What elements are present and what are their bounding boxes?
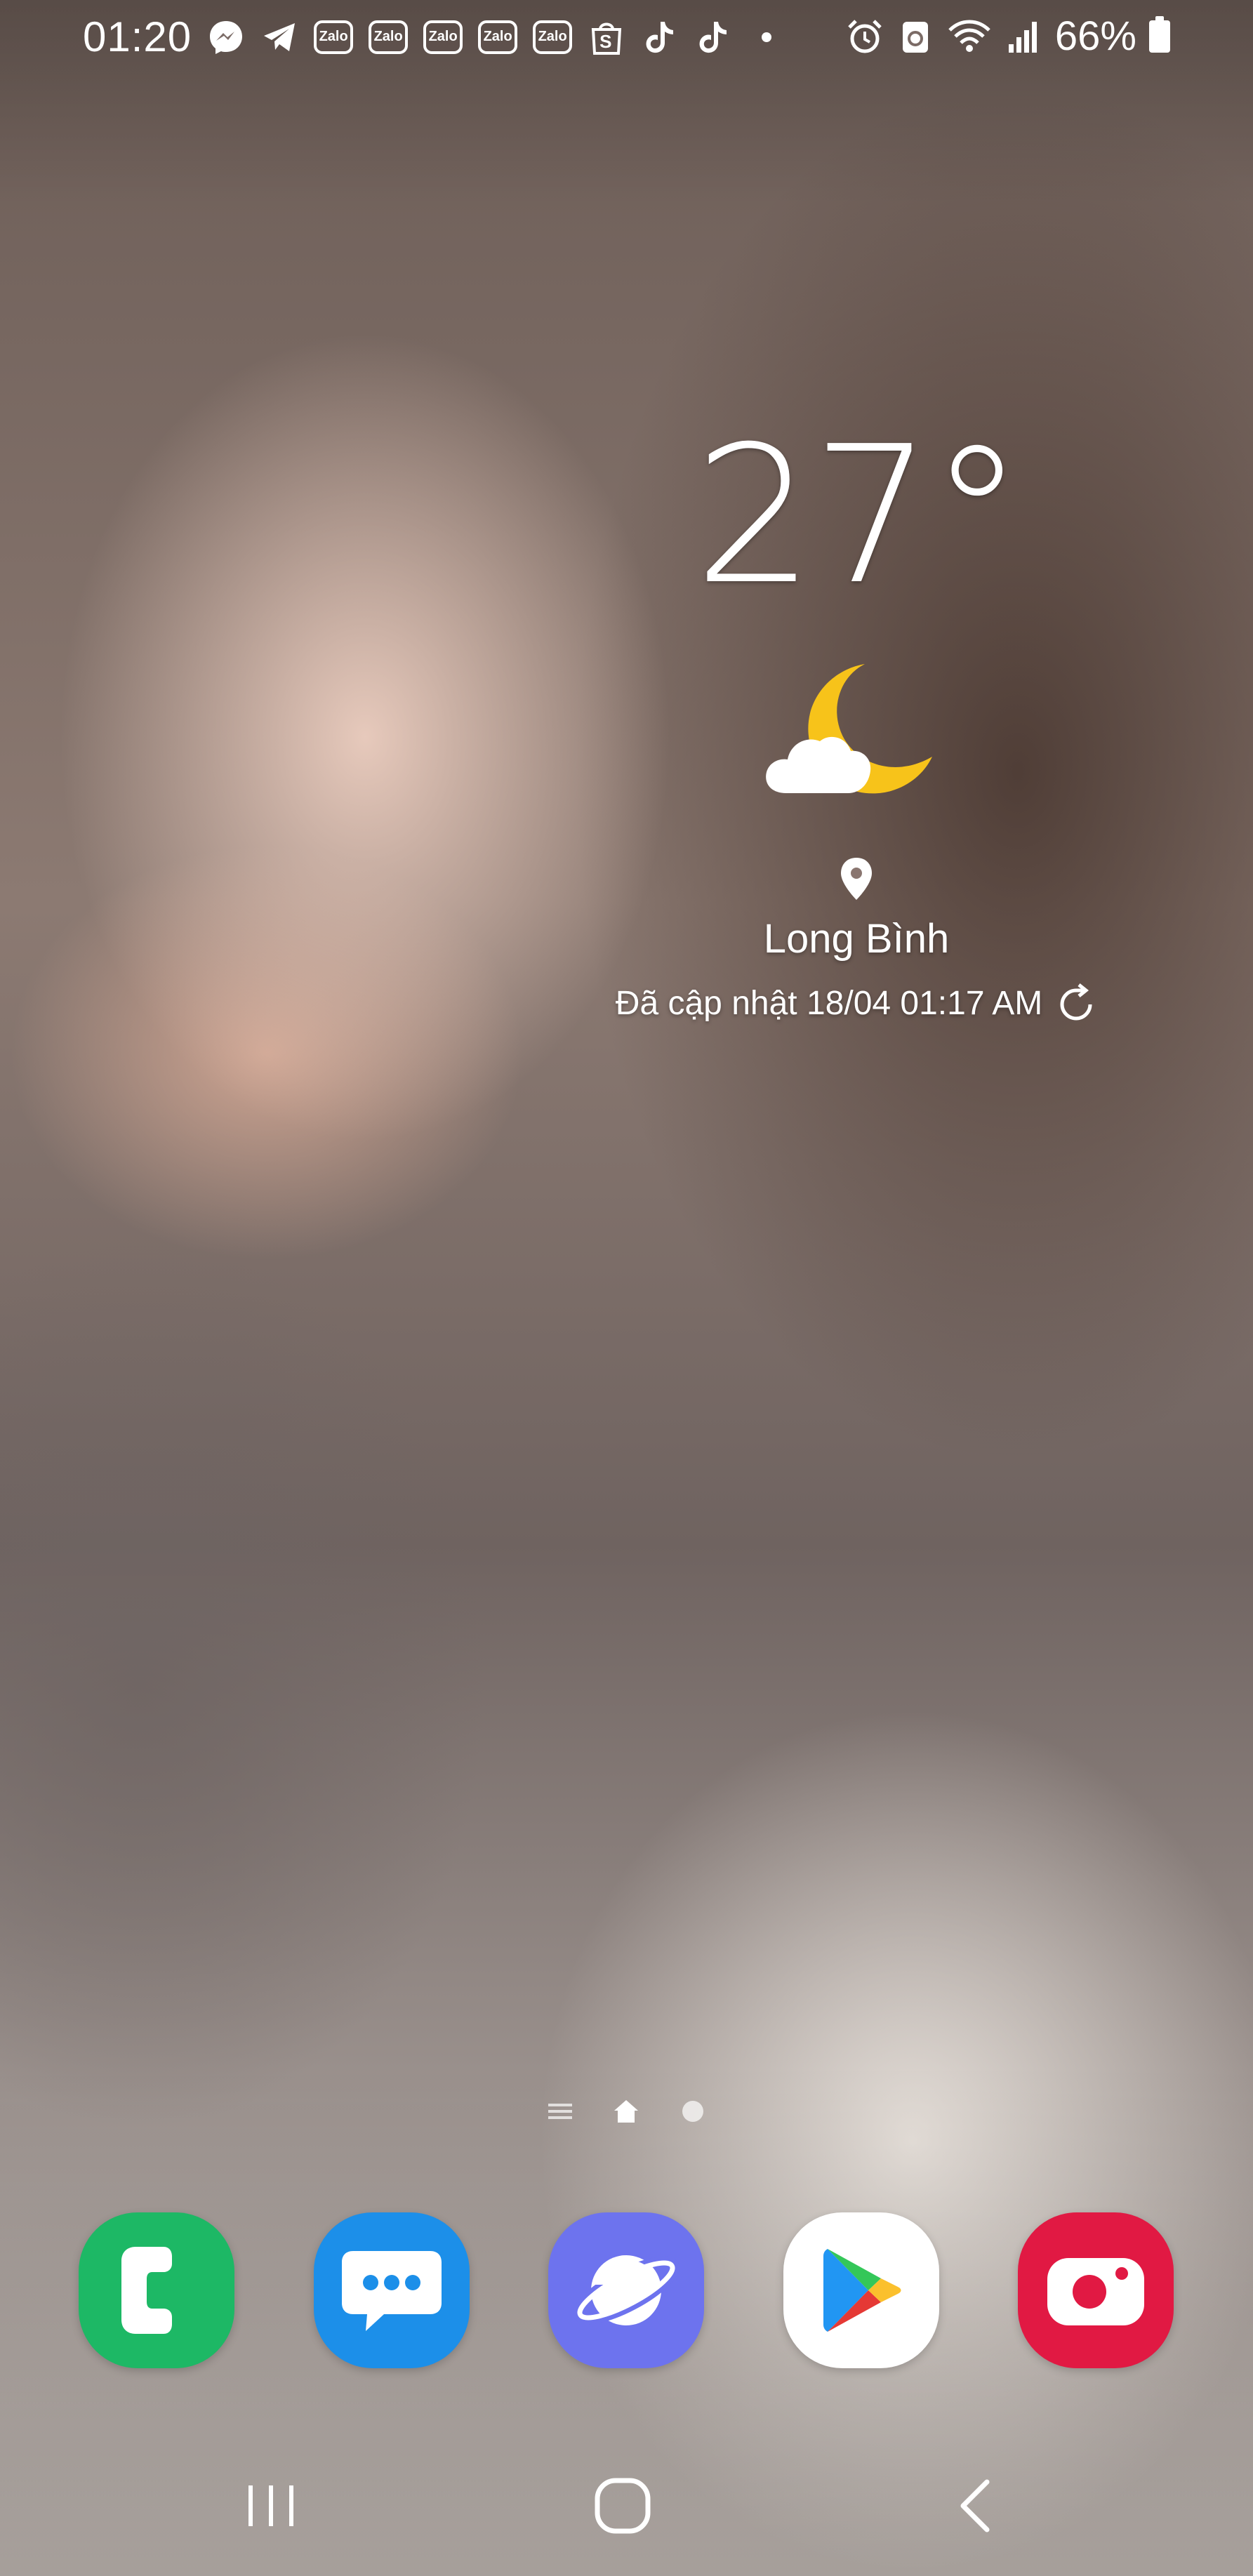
- home-icon: [595, 2478, 651, 2534]
- recents-button[interactable]: [236, 2471, 306, 2541]
- list-icon[interactable]: [548, 2101, 572, 2122]
- play-store-icon: [823, 2249, 901, 2332]
- messages-app[interactable]: [313, 2212, 470, 2368]
- weather-updated-text: Đã cập nhật 18/04 01:17 AM: [615, 984, 1043, 1022]
- signal-icon: [1005, 18, 1042, 55]
- tiktok-icon: [641, 18, 679, 56]
- battery-icon: [1149, 15, 1170, 53]
- back-button[interactable]: [939, 2471, 1009, 2541]
- wallpaper: [0, 0, 1253, 2576]
- weather-location: Long Bình: [763, 916, 950, 962]
- status-right: 66%: [846, 13, 1170, 60]
- home-icon[interactable]: [613, 2099, 639, 2124]
- app-dock: [79, 2212, 1174, 2368]
- weather-widget[interactable]: 27° Long Bình Đã cập nhật 18/04 01:17 AM: [576, 421, 1137, 1023]
- location-pin-icon: [841, 858, 872, 900]
- data-saver-icon: [896, 18, 934, 55]
- camera-app[interactable]: [1018, 2212, 1174, 2368]
- camera-icon: [1047, 2258, 1144, 2325]
- shopee-label: S: [599, 30, 612, 52]
- zalo-icon: Zalo: [533, 20, 573, 54]
- message-bubble-icon: [341, 2251, 442, 2331]
- recents-icon: [248, 2485, 293, 2526]
- wifi-icon: [947, 18, 992, 55]
- planet-icon: [573, 2255, 679, 2325]
- messenger-icon: [207, 18, 245, 56]
- weather-temperature: 27°: [694, 405, 1025, 626]
- status-time: 01:20: [83, 13, 192, 60]
- page-indicator[interactable]: [0, 2099, 1253, 2124]
- more-dot-icon: [748, 18, 785, 56]
- alarm-icon: [846, 18, 884, 55]
- status-left: 01:20 Zalo Zalo Zalo Zalo Zalo S: [83, 13, 785, 61]
- zalo-icon: Zalo: [314, 20, 354, 54]
- phone-app[interactable]: [79, 2212, 234, 2368]
- refresh-icon[interactable]: [1058, 983, 1097, 1023]
- weather-updated-row: Đã cập nhật 18/04 01:17 AM: [616, 983, 1097, 1023]
- shopee-icon: S: [588, 18, 625, 56]
- navigation-bar: [0, 2443, 1253, 2576]
- back-icon: [960, 2479, 990, 2532]
- tiktok-icon: [694, 18, 732, 56]
- battery-percent: 66%: [1054, 13, 1136, 59]
- status-bar: 01:20 Zalo Zalo Zalo Zalo Zalo S 66%: [0, 0, 1253, 77]
- zalo-icon: Zalo: [369, 20, 409, 54]
- zalo-icon: Zalo: [478, 20, 518, 54]
- telegram-icon: [260, 18, 298, 56]
- home-button[interactable]: [588, 2471, 658, 2541]
- play-store-app[interactable]: [783, 2212, 939, 2368]
- zalo-icon: Zalo: [423, 20, 463, 54]
- phone-icon: [121, 2247, 172, 2334]
- dot-icon[interactable]: [680, 2099, 705, 2124]
- moon-cloud-icon: [766, 664, 932, 794]
- internet-app[interactable]: [548, 2212, 704, 2368]
